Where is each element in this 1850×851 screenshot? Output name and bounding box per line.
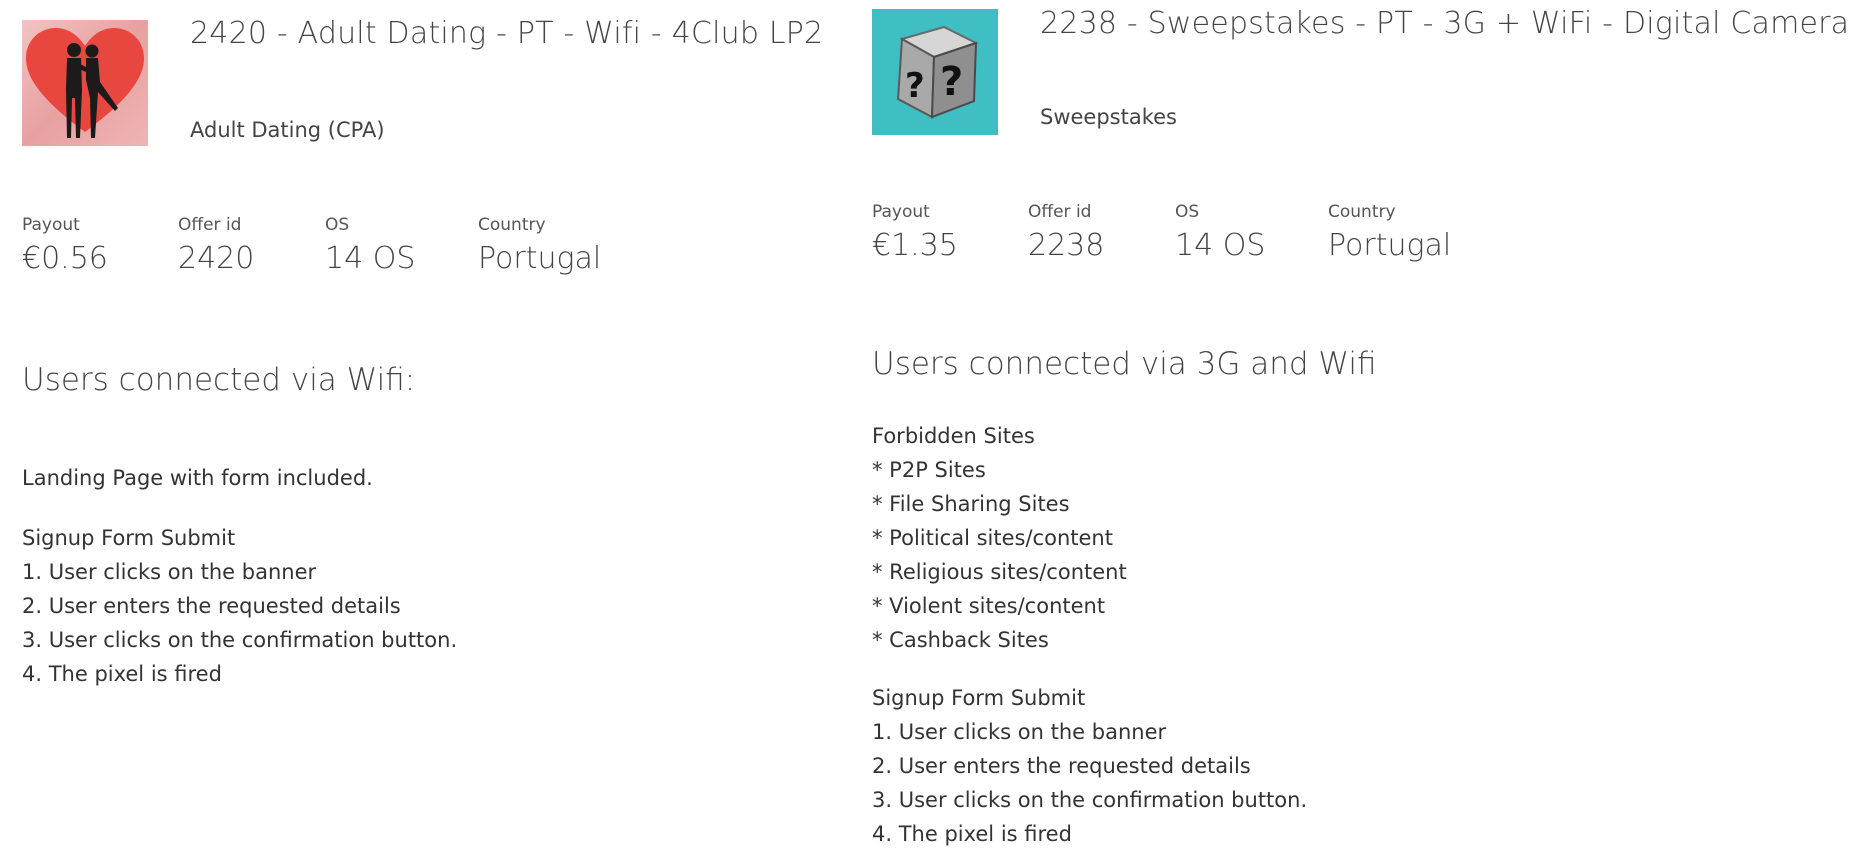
flow-step: 1. User clicks on the banner [872, 720, 1167, 744]
flow-step: 4. The pixel is fired [22, 662, 222, 686]
offer-title[interactable]: 2420 - Adult Dating - PT - Wifi - 4Club … [190, 16, 823, 51]
flow-step: 2. User enters the requested details [872, 754, 1251, 778]
forbidden-sites: Forbidden Sites * P2P Sites * File Shari… [872, 419, 1127, 657]
flow-step: 2. User enters the requested details [22, 594, 401, 618]
forbidden-item: * Violent sites/content [872, 594, 1106, 618]
section-heading: Users connected via Wifi: [22, 362, 416, 398]
stat-payout: Payout €0.56 [22, 215, 178, 276]
couple-kissing-heart-icon [26, 28, 144, 138]
offer-stats: Payout €0.56 Offer id 2420 OS 14 OS Coun… [22, 215, 678, 276]
os-label: OS [1175, 202, 1200, 222]
payout-label: Payout [872, 202, 930, 222]
forbidden-item: * P2P Sites [872, 458, 986, 482]
os-value: 14 OS [1175, 228, 1266, 263]
offer-stats: Payout €1.35 Offer id 2238 OS 14 OS Coun… [872, 202, 1528, 263]
offer-category: Sweepstakes [1040, 105, 1177, 129]
flow-title: Signup Form Submit [22, 526, 236, 550]
payout-value: €1.35 [872, 228, 958, 263]
offer-thumbnail[interactable]: ? ? [872, 9, 998, 135]
flow-step: 4. The pixel is fired [872, 822, 1072, 846]
mystery-box-icon: ? ? [896, 25, 979, 119]
country-value: Portugal [478, 241, 602, 276]
offer-id-value: 2420 [178, 241, 255, 276]
stat-payout: Payout €1.35 [872, 202, 1028, 263]
stat-os: OS 14 OS [325, 215, 478, 276]
country-label: Country [1328, 202, 1396, 222]
country-value: Portugal [1328, 228, 1452, 263]
offer-thumbnail[interactable] [22, 20, 148, 146]
forbidden-item: * Cashback Sites [872, 628, 1049, 652]
payout-value: €0.56 [22, 241, 108, 276]
country-label: Country [478, 215, 546, 235]
offer-category: Adult Dating (CPA) [190, 118, 385, 142]
os-label: OS [325, 215, 350, 235]
stat-os: OS 14 OS [1175, 202, 1328, 263]
forbidden-item: * Political sites/content [872, 526, 1113, 550]
flow-title: Signup Form Submit [872, 686, 1086, 710]
os-value: 14 OS [325, 241, 416, 276]
offer-title[interactable]: 2238 - Sweepstakes - PT - 3G + WiFi - Di… [1040, 6, 1849, 41]
payout-label: Payout [22, 215, 80, 235]
flow-step: 3. User clicks on the confirmation butto… [22, 628, 458, 652]
flow-step: 1. User clicks on the banner [22, 560, 317, 584]
flow-step: 3. User clicks on the confirmation butto… [872, 788, 1308, 812]
offer-id-value: 2238 [1028, 228, 1105, 263]
stat-offer-id: Offer id 2238 [1028, 202, 1175, 263]
forbidden-item: * Religious sites/content [872, 560, 1127, 584]
stat-country: Country Portugal [478, 215, 678, 276]
svg-text:?: ? [940, 59, 963, 105]
offer-id-label: Offer id [1028, 202, 1092, 222]
signup-flow: Signup Form Submit 1. User clicks on the… [22, 521, 457, 691]
signup-flow: Signup Form Submit 1. User clicks on the… [872, 681, 1307, 851]
offer-id-label: Offer id [178, 215, 242, 235]
forbidden-title: Forbidden Sites [872, 424, 1035, 448]
forbidden-item: * File Sharing Sites [872, 492, 1070, 516]
svg-text:?: ? [905, 66, 925, 106]
stat-offer-id: Offer id 2420 [178, 215, 325, 276]
stat-country: Country Portugal [1328, 202, 1528, 263]
landing-note: Landing Page with form included. [22, 466, 373, 490]
section-heading: Users connected via 3G and Wifi [872, 346, 1377, 382]
